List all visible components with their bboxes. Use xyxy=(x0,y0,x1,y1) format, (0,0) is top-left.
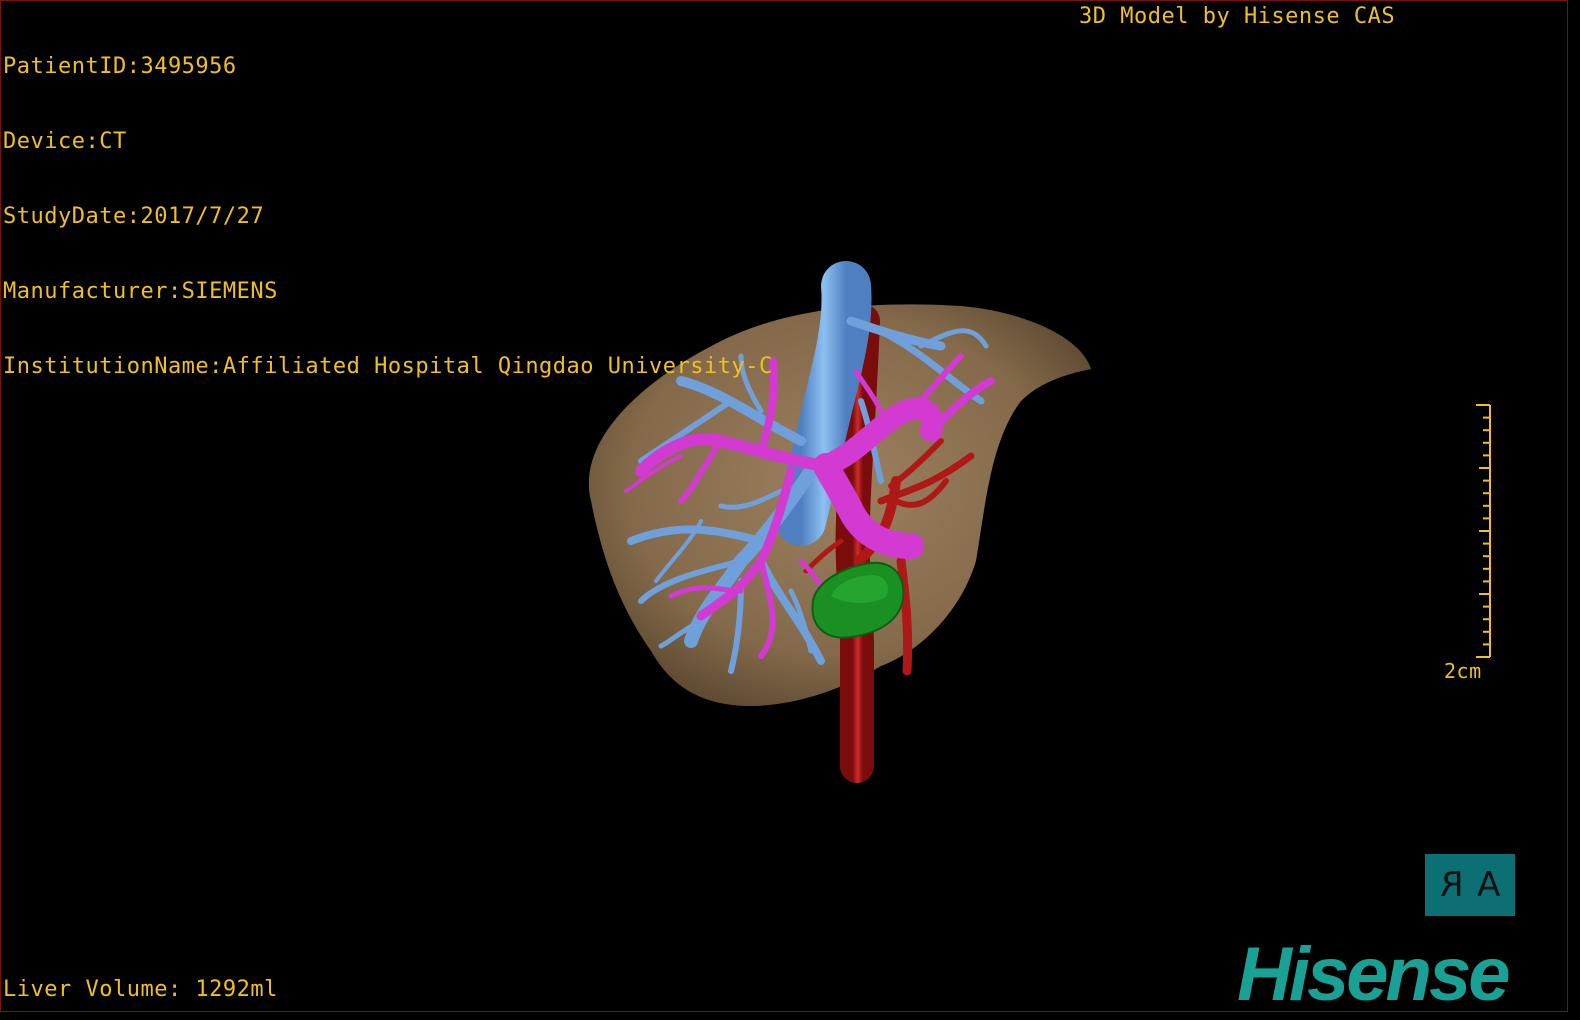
manufacturer-text: Manufacturer:SIEMENS xyxy=(3,279,278,304)
device-text: Device:CT xyxy=(3,129,127,154)
orientation-face-right[interactable]: R xyxy=(1440,865,1464,905)
scale-bar xyxy=(1476,404,1491,658)
institution-text: InstitutionName:Affiliated Hospital Qing… xyxy=(3,354,773,379)
patient-id-text: PatientID:3495956 xyxy=(3,54,237,79)
hisense-logo: Hisense xyxy=(1237,932,1510,1012)
dicom-info-panel: PatientID:3495956 Device:CT StudyDate:20… xyxy=(3,4,773,429)
liver-volume-text: Liver Volume: 1292ml xyxy=(3,977,278,1002)
scale-bar-label: 2cm xyxy=(1444,659,1482,683)
orientation-face-anterior[interactable]: A xyxy=(1477,865,1500,905)
orientation-cube[interactable]: R A xyxy=(1425,854,1515,916)
3d-viewport[interactable]: PatientID:3495956 Device:CT StudyDate:20… xyxy=(0,0,1568,1012)
model-credit-text: 3D Model by Hisense CAS xyxy=(1079,4,1396,29)
study-date-text: StudyDate:2017/7/27 xyxy=(3,204,265,229)
